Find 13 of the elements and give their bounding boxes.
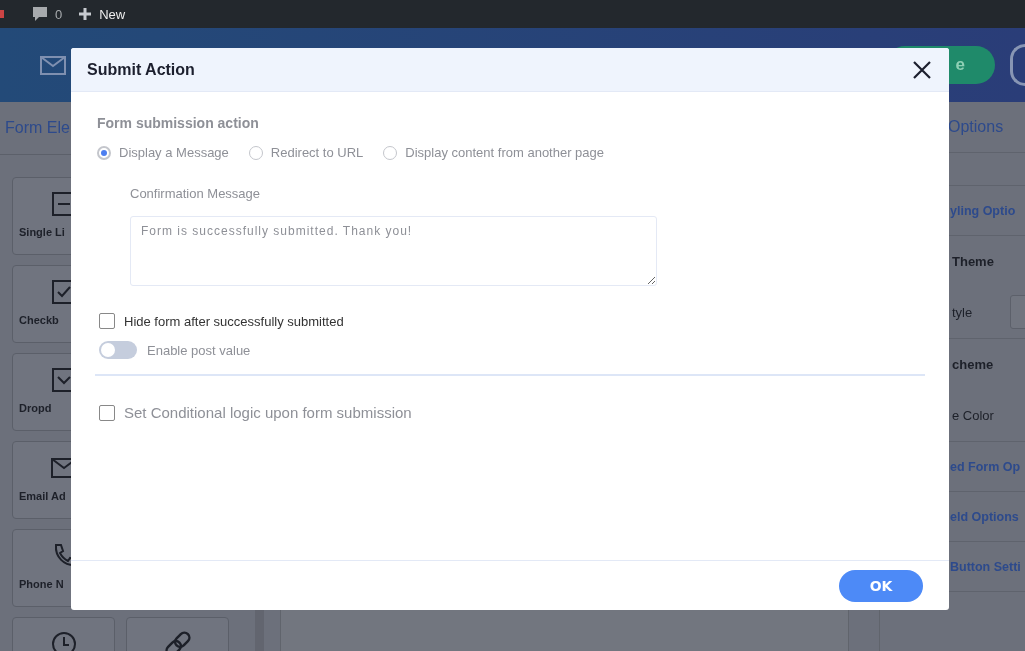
- field-label: e Color: [952, 407, 994, 423]
- checkbox-label: Set Conditional logic upon form submission: [124, 404, 412, 421]
- option-label: Redirect to URL: [270, 145, 364, 160]
- section-title: cheme: [951, 355, 995, 374]
- option-label: Display content from another page: [405, 145, 605, 160]
- comment-count[interactable]: 0: [55, 6, 63, 22]
- dialog-title: Submit Action: [87, 60, 195, 79]
- field-label: Confirmation Message: [130, 186, 262, 201]
- new-link[interactable]: New: [99, 6, 126, 22]
- section-title: Theme: [951, 252, 995, 271]
- field-label: tyle: [952, 304, 973, 320]
- checkbox-label: Hide form after successfully submitted: [124, 313, 344, 329]
- toggle-label: Enable post value: [147, 342, 251, 358]
